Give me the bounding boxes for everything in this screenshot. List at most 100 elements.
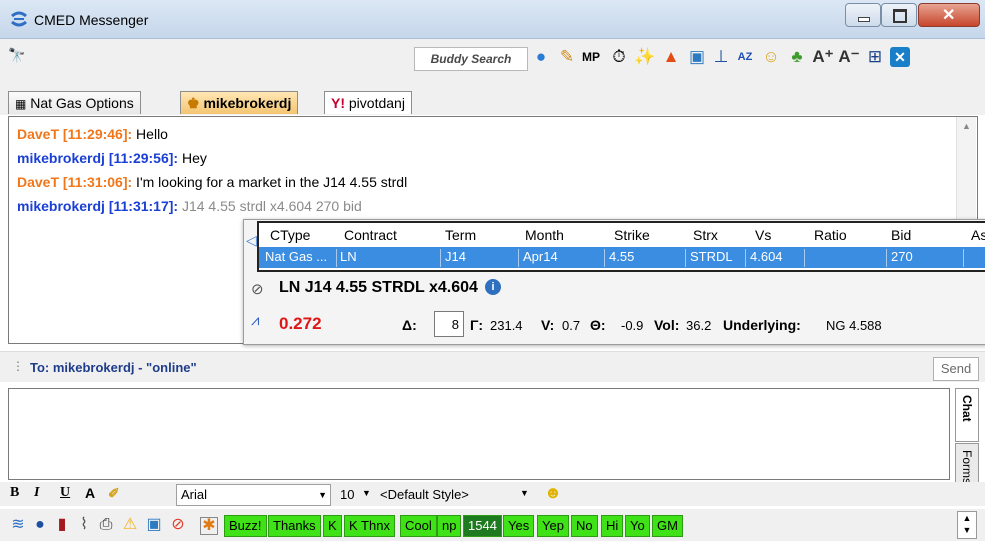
quick-button[interactable]: Yes: [503, 515, 535, 537]
wrench-icon[interactable]: ✎: [556, 45, 578, 69]
smiley-icon[interactable]: ☻: [544, 483, 562, 503]
col-header: Month: [525, 227, 564, 243]
users-icon[interactable]: ♣: [786, 45, 808, 69]
quick-button[interactable]: np: [437, 515, 462, 537]
buddy-search-input[interactable]: Buddy Search: [414, 47, 528, 71]
quote-popup: ◁ CType Contract Term Month Strike Strx …: [243, 219, 985, 345]
table-cell: J14: [445, 249, 466, 264]
star-icon[interactable]: ✱: [200, 517, 218, 535]
table-cell: 270: [891, 249, 913, 264]
message-text: Hey: [178, 150, 207, 166]
warning-icon[interactable]: ⚠: [120, 515, 140, 535]
book-icon[interactable]: ▮: [52, 515, 72, 535]
collapse-chevron-icon[interactable]: ⋮: [12, 359, 24, 373]
recipient-label: To: mikebrokerdj - "online": [30, 360, 197, 375]
send-button[interactable]: Send: [933, 357, 979, 381]
side-tab-chat[interactable]: Chat: [955, 388, 979, 442]
block-icon[interactable]: ⊘: [168, 515, 188, 535]
font-color-icon[interactable]: A: [85, 485, 95, 501]
toolbar: 🔭 Buddy Search ● ✎ MP ⏱ ✨ ▲ ▣ ⊥ AZ ☺ ♣ A…: [0, 39, 985, 90]
printer-icon[interactable]: ⎙: [96, 515, 116, 535]
quick-button[interactable]: Cool: [400, 515, 437, 537]
maximize-button[interactable]: [881, 3, 917, 27]
quick-bar-scroll[interactable]: ▲ ▼: [957, 511, 977, 539]
magic-wand-icon[interactable]: ✨: [634, 45, 656, 69]
style-select[interactable]: <Default Style>: [380, 487, 469, 502]
warning-icon[interactable]: ▲: [660, 45, 682, 69]
quick-button[interactable]: No: [571, 515, 598, 537]
underlying-value: NG 4.588: [826, 318, 882, 333]
col-header: Strx: [693, 227, 718, 243]
quick-button[interactable]: Buzz!: [224, 515, 267, 537]
quick-button[interactable]: 1544: [463, 515, 502, 537]
layout-icon[interactable]: ⊞: [864, 45, 886, 69]
sort-az-icon[interactable]: AZ: [734, 45, 756, 69]
scroll-up-icon[interactable]: ▲: [962, 121, 971, 131]
quick-button[interactable]: Hi: [601, 515, 624, 537]
font-decrease-icon[interactable]: A⁻: [838, 45, 860, 69]
quick-button[interactable]: Yep: [537, 515, 569, 537]
close-button[interactable]: ✕: [918, 3, 980, 27]
highlighter-icon[interactable]: ✐: [108, 485, 120, 502]
mp-icon[interactable]: MP: [580, 45, 602, 69]
table-cell: 4.55: [609, 249, 635, 264]
minimize-button[interactable]: [845, 3, 881, 27]
dropdown-arrow-icon: ▼: [318, 490, 327, 500]
globe-icon[interactable]: ●: [530, 45, 552, 69]
app-logo-icon[interactable]: ≋: [8, 515, 28, 535]
info-icon[interactable]: i: [485, 279, 501, 295]
paperclip-icon[interactable]: ⌇: [74, 515, 94, 535]
pointer-arrow-icon: ◁: [246, 232, 257, 248]
vega-value: 0.7: [562, 318, 581, 333]
title-bar[interactable]: CMED Messenger ✕: [0, 0, 985, 39]
cell-divider: [886, 249, 887, 267]
chart-icon[interactable]: ⩘: [251, 312, 259, 329]
message-text: Hello: [132, 126, 168, 142]
theta-value: -0.9: [621, 318, 644, 333]
emoticon-icon[interactable]: ☺: [760, 45, 782, 69]
font-increase-icon[interactable]: A⁺: [812, 45, 834, 69]
globe-user-icon[interactable]: ●: [30, 515, 50, 535]
delta-input[interactable]: 8: [434, 311, 464, 337]
bold-icon[interactable]: B: [10, 485, 19, 501]
tab-nat-gas-options[interactable]: ▦ Nat Gas Options: [8, 91, 141, 114]
close-x-icon[interactable]: ✕: [890, 47, 910, 67]
col-header: Contract: [344, 227, 397, 243]
close-x-icon: ✕: [942, 7, 956, 24]
timer-icon[interactable]: ⏱: [608, 45, 630, 69]
compose-header: ⋮ To: mikebrokerdj - "online" Send: [0, 351, 985, 382]
message-text: I'm looking for a market in the J14 4.55…: [132, 174, 408, 190]
binoculars-icon[interactable]: 🔭: [8, 47, 25, 64]
quick-button[interactable]: GM: [652, 515, 683, 537]
cell-divider: [440, 249, 441, 267]
user-icon: ♚: [187, 95, 200, 111]
dropdown-arrow-icon[interactable]: ▼: [520, 488, 529, 498]
font-size-select[interactable]: 10: [340, 487, 354, 502]
quick-button[interactable]: K: [323, 515, 342, 537]
tab-mikebrokerdj[interactable]: ♚ mikebrokerdj: [180, 91, 299, 114]
option-icon: ⊘: [251, 281, 264, 298]
underline-icon[interactable]: U: [60, 485, 70, 501]
quick-button[interactable]: K Thnx: [344, 515, 395, 537]
font-family-select[interactable]: Arial ▼: [176, 484, 331, 506]
quick-button[interactable]: Yo: [625, 515, 650, 537]
dropdown-arrow-icon[interactable]: ▼: [362, 488, 371, 498]
image-icon[interactable]: ▣: [144, 515, 164, 535]
tab-label: pivotdanj: [348, 95, 405, 111]
quote-price: 0.272: [279, 314, 322, 333]
image-icon[interactable]: ▣: [686, 45, 708, 69]
table-cell: STRDL: [690, 249, 733, 264]
yahoo-icon: Y!: [331, 95, 345, 111]
quick-button[interactable]: Thanks: [268, 515, 321, 537]
quote-table[interactable]: CType Contract Term Month Strike Strx Vs…: [257, 221, 985, 272]
pin-icon[interactable]: ⊥: [710, 45, 732, 69]
chat-message: DaveT [11:31:06]: I'm looking for a mark…: [17, 174, 407, 190]
chat-message: mikebrokerdj [11:31:17]: J14 4.55 strdl …: [17, 198, 362, 214]
message-input[interactable]: [8, 388, 950, 480]
tab-pivotdanj[interactable]: Y! pivotdanj: [324, 91, 412, 114]
cell-divider: [963, 249, 964, 267]
col-header: CType: [270, 227, 311, 243]
cell-divider: [804, 249, 805, 267]
col-header: Strike: [614, 227, 650, 243]
italic-icon[interactable]: I: [34, 485, 39, 501]
